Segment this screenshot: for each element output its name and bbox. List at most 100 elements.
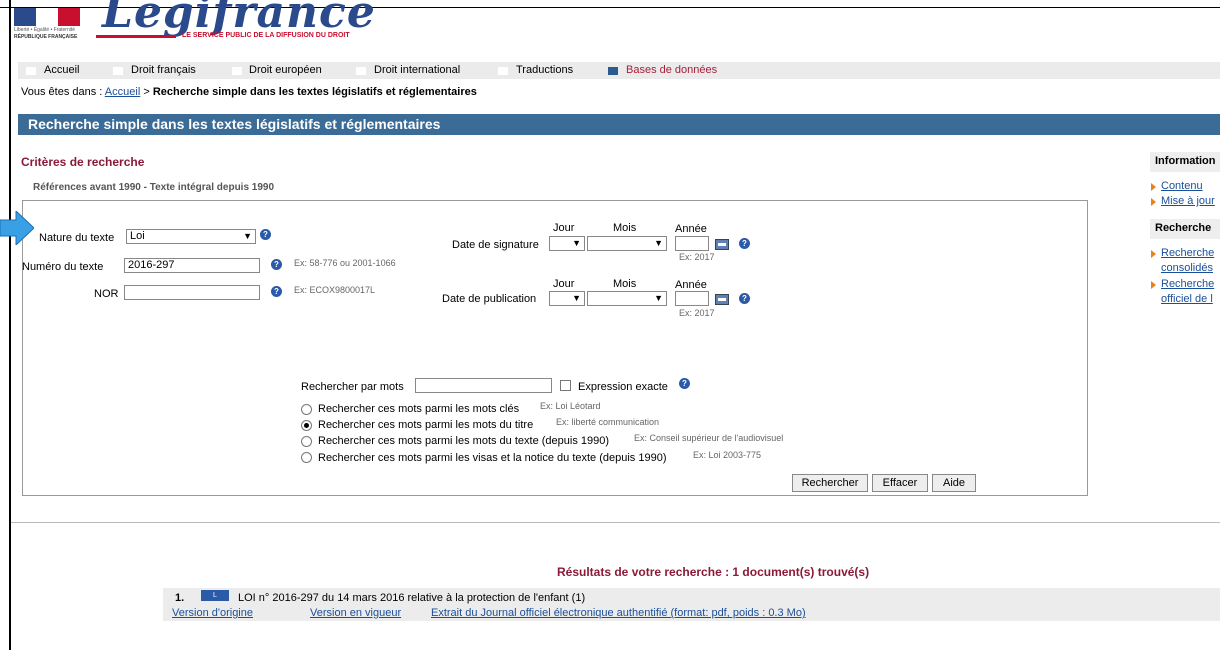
option-visas-example: Ex: Loi 2003-775 [693, 450, 762, 460]
signature-annee-input[interactable] [675, 236, 709, 251]
annee-header: Année [675, 223, 707, 235]
signature-example: Ex: 2017 [679, 252, 715, 262]
chevron-down-icon: ▼ [572, 293, 581, 303]
chevron-down-icon: ▼ [243, 231, 252, 241]
help-button[interactable]: Aide [932, 474, 976, 492]
calendar-icon[interactable] [715, 294, 729, 305]
bullet-arrow-icon [1151, 281, 1156, 289]
calendar-icon[interactable] [715, 239, 729, 250]
flag-republic: RÉPUBLIQUE FRANÇAISE [14, 34, 78, 40]
option-keywords-example: Ex: Loi Léotard [540, 401, 601, 411]
option-title-label: Rechercher ces mots parmi les mots du ti… [318, 419, 534, 431]
sidebar-link-officiel[interactable]: officiel de l [1161, 293, 1213, 305]
sidebar-link-recherche-1[interactable]: Recherche [1161, 247, 1214, 259]
nav-droit-europeen[interactable]: Droit européen [249, 64, 322, 76]
help-icon[interactable]: ? [271, 286, 282, 297]
sidebar-search-title: Recherche [1150, 219, 1220, 239]
result-number: 1. [175, 592, 185, 604]
signature-mois-select[interactable]: ▼ [587, 236, 667, 251]
publication-example: Ex: 2017 [679, 308, 715, 318]
publication-jour-select[interactable]: ▼ [549, 291, 585, 306]
option-text-example: Ex: Conseil supérieur de l'audiovisuel [634, 433, 784, 443]
sidebar-info-title: Information [1150, 152, 1220, 172]
publication-mois-select[interactable]: ▼ [587, 291, 667, 306]
nature-select[interactable]: Loi ▼ [126, 229, 256, 244]
help-icon[interactable]: ? [260, 229, 271, 240]
result-title: LOI n° 2016-297 du 14 mars 2016 relative… [238, 592, 586, 604]
sidebar-link-consolides[interactable]: consolidés [1161, 262, 1213, 274]
nav-droit-francais[interactable]: Droit français [131, 64, 196, 76]
pointer-arrow-icon [0, 211, 34, 245]
results-title: Résultats de votre recherche : 1 documen… [557, 565, 870, 579]
option-text-radio[interactable] [301, 436, 312, 447]
chevron-down-icon: ▼ [654, 238, 663, 248]
help-icon[interactable]: ? [271, 259, 282, 270]
publication-annee-input[interactable] [675, 291, 709, 306]
nav-bullet-icon [113, 67, 123, 75]
option-title-radio[interactable] [301, 420, 312, 431]
help-icon[interactable]: ? [739, 238, 750, 249]
sidebar-link-contenu[interactable]: Contenu [1161, 180, 1203, 192]
breadcrumb-prefix: Vous êtes dans : [21, 86, 103, 98]
nav-bullet-icon [498, 67, 508, 75]
bullet-arrow-icon [1151, 250, 1156, 258]
result-link-journal[interactable]: Extrait du Journal officiel électronique… [431, 607, 806, 619]
left-border [9, 0, 11, 650]
page-title: Recherche simple dans les textes législa… [28, 116, 441, 132]
nav-accueil[interactable]: Accueil [44, 64, 79, 76]
sidebar-link-recherche-2[interactable]: Recherche [1161, 278, 1214, 290]
bullet-arrow-icon [1151, 183, 1156, 191]
chevron-down-icon: ▼ [654, 293, 663, 303]
nature-select-value: Loi [130, 230, 145, 242]
bullet-arrow-icon [1151, 198, 1156, 206]
signature-label: Date de signature [452, 239, 539, 251]
nav-bullet-active-icon [608, 67, 618, 75]
clear-button[interactable]: Effacer [872, 474, 928, 492]
main-nav [18, 62, 1220, 79]
nor-example: Ex: ECOX9800017L [294, 285, 376, 295]
nor-label: NOR [94, 288, 119, 300]
publication-label: Date de publication [442, 293, 537, 305]
chevron-down-icon: ▼ [572, 238, 581, 248]
mois-header: Mois [613, 222, 637, 234]
exact-checkbox[interactable] [560, 380, 571, 391]
nav-bases-de-donnees[interactable]: Bases de données [626, 64, 717, 76]
signature-jour-select[interactable]: ▼ [549, 236, 585, 251]
option-visas-label: Rechercher ces mots parmi les visas et l… [318, 452, 667, 464]
flag-motto: Liberté • Égalité • Fraternité [14, 27, 76, 33]
breadcrumb-home-link[interactable]: Accueil [105, 86, 140, 98]
words-label: Rechercher par mots [301, 381, 404, 393]
breadcrumb-current: Recherche simple dans les textes législa… [152, 86, 477, 98]
breadcrumb-separator: > [143, 86, 150, 98]
mois-header: Mois [613, 278, 637, 290]
help-icon[interactable]: ? [679, 378, 690, 389]
nav-traductions[interactable]: Traductions [516, 64, 573, 76]
numero-label: Numéro du texte [22, 261, 104, 273]
loi-badge-icon: L [201, 590, 229, 601]
result-link-vigueur[interactable]: Version en vigueur [310, 607, 401, 619]
logo-underline [96, 35, 176, 38]
sidebar-link-mise-a-jour[interactable]: Mise à jour [1161, 195, 1215, 207]
option-text-label: Rechercher ces mots parmi les mots du te… [318, 435, 610, 447]
help-icon[interactable]: ? [739, 293, 750, 304]
option-keywords-radio[interactable] [301, 404, 312, 415]
criteria-title: Critères de recherche [21, 155, 145, 169]
exact-label: Expression exacte [578, 381, 668, 393]
option-keywords-label: Rechercher ces mots parmi les mots clés [318, 403, 520, 415]
tagline: LE SERVICE PUBLIC DE LA DIFFUSION DU DRO… [182, 32, 350, 39]
search-button[interactable]: Rechercher [792, 474, 868, 492]
option-title-example: Ex: liberté communication [556, 417, 660, 427]
numero-example: Ex: 58-776 ou 2001-1066 [294, 258, 396, 268]
nav-bullet-icon [26, 67, 36, 75]
numero-input[interactable]: 2016-297 [124, 258, 260, 273]
nav-droit-international[interactable]: Droit international [374, 64, 460, 76]
result-link-origine[interactable]: Version d'origine [172, 607, 253, 619]
separator [11, 522, 1220, 523]
nor-input[interactable] [124, 285, 260, 300]
nav-bullet-icon [232, 67, 242, 75]
jour-header: Jour [553, 278, 575, 290]
option-visas-radio[interactable] [301, 452, 312, 463]
references-note: Références avant 1990 - Texte intégral d… [33, 182, 275, 193]
nav-bullet-icon [356, 67, 366, 75]
words-input[interactable] [415, 378, 552, 393]
